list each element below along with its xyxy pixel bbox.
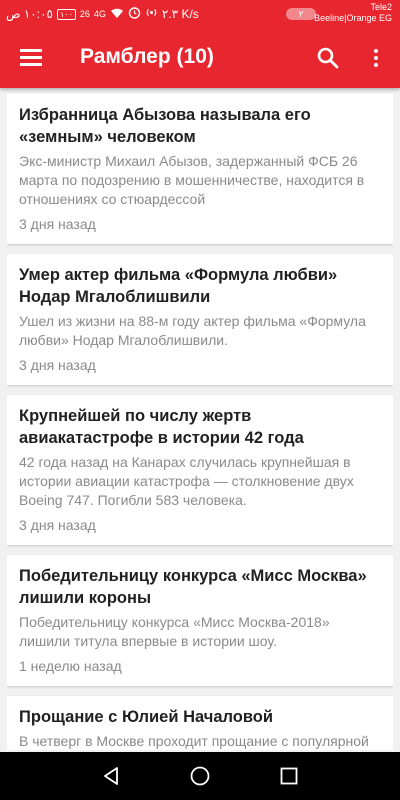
status-left: ١٠:٠٥ ص ١٠٠ 26 4G ٢.٣ K/s — [6, 6, 199, 22]
news-time: 3 дня назад — [19, 216, 96, 232]
news-time: 3 дня назад — [19, 517, 96, 533]
news-description: Ушел из жизни на 88-м году актер фильма … — [19, 313, 366, 348]
wifi-icon — [110, 7, 124, 22]
news-title: Умер актер фильма «Формула любви» Нодар … — [19, 266, 338, 306]
news-description: В четверг в Москве проходит прощание с п… — [19, 733, 369, 749]
news-card[interactable]: Избранница Абызова называла его «земным»… — [7, 94, 393, 244]
news-card[interactable]: Победительницу конкурса «Мисс Москва» ли… — [7, 555, 393, 686]
signal-icon: 26 — [79, 9, 90, 19]
back-triangle-icon[interactable] — [101, 766, 121, 786]
network-speed: ٢.٣ K/s — [161, 7, 199, 21]
carrier-info: Tele2 Beeline|Orange EG — [314, 2, 392, 24]
signal-icon-2: 4G — [93, 9, 106, 19]
news-time: 1 неделю назад — [19, 658, 122, 674]
carrier-line-1: Tele2 — [370, 2, 392, 12]
news-title: Избранница Абызова называла его «земным»… — [19, 106, 311, 146]
news-description: Экс-министр Михаил Абызов, задержанный Ф… — [19, 153, 365, 207]
app-bar: Рамблер (10) — [0, 28, 400, 88]
more-vert-icon[interactable] — [364, 44, 388, 72]
page-title: Рамблер (10) — [80, 45, 214, 68]
news-card[interactable]: Прощание с Юлией Началовой В четверг в М… — [7, 696, 393, 750]
notification-badge: ٢ — [286, 8, 316, 20]
news-card[interactable]: Крупнейшей по числу жертв авиакатастрофе… — [7, 395, 393, 545]
recents-square-icon[interactable] — [280, 767, 298, 785]
battery-icon: ١٠٠ — [56, 8, 76, 20]
news-title: Крупнейшей по числу жертв авиакатастрофе… — [19, 407, 304, 447]
news-card[interactable]: Умер актер фильма «Формула любви» Нодар … — [7, 254, 393, 385]
news-time: 3 дня назад — [19, 357, 96, 373]
hotspot-icon — [145, 6, 158, 22]
news-description: Победительницу конкурса «Мисс Москва-201… — [19, 614, 330, 649]
status-time: ١٠:٠٥ ص — [6, 7, 53, 21]
news-title: Прощание с Юлией Началовой — [19, 708, 274, 726]
news-feed[interactable]: Избранница Абызова называла его «земным»… — [7, 94, 393, 750]
news-description: 42 года назад на Канарах случилась крупн… — [19, 454, 354, 508]
news-title: Победительницу конкурса «Мисс Москва» ли… — [19, 567, 367, 607]
hamburger-icon[interactable] — [20, 48, 42, 66]
status-bar: ١٠:٠٥ ص ١٠٠ 26 4G ٢.٣ K/s ٢ Tele2 Beelin… — [0, 0, 400, 28]
carrier-line-2: Beeline|Orange EG — [314, 13, 392, 23]
alarm-icon — [128, 6, 141, 22]
home-circle-icon[interactable] — [190, 766, 210, 786]
navigation-bar — [0, 752, 400, 800]
search-icon[interactable] — [314, 44, 342, 72]
